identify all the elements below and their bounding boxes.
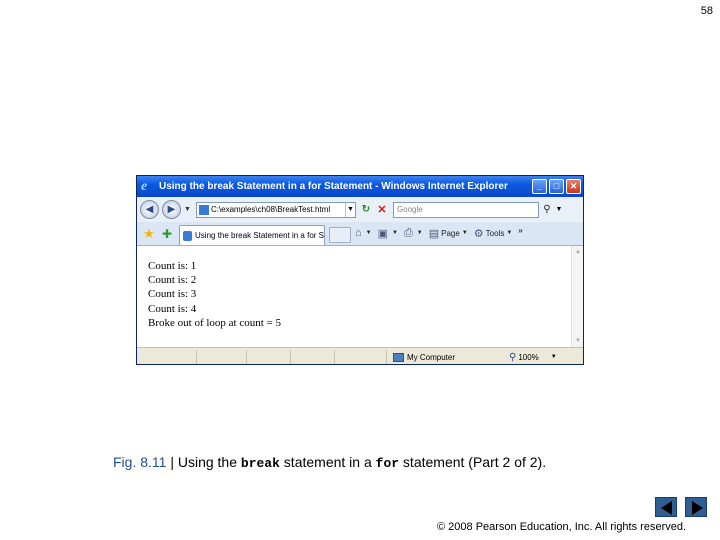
page-number: 58 xyxy=(700,5,713,17)
copyright-notice: © 2008 Pearson Education, Inc. All right… xyxy=(437,521,687,533)
status-cell xyxy=(247,349,291,364)
page-menu-label: Page xyxy=(441,228,460,238)
stop-icon[interactable]: ✕ xyxy=(374,202,390,218)
scroll-down-icon[interactable]: ▼ xyxy=(572,335,583,347)
page-content: Count is: 1 Count is: 2 Count is: 3 Coun… xyxy=(137,246,571,347)
ie-window: e Using the break Statement in a for Sta… xyxy=(136,175,584,365)
close-button[interactable]: ✕ xyxy=(566,179,581,194)
gear-icon: ⚙ xyxy=(473,227,484,240)
caption-text: Using the xyxy=(177,454,241,470)
tools-menu-button[interactable]: ⚙ Tools ▼ xyxy=(474,224,513,242)
caption-text: statement (Part 2 of 2). xyxy=(399,454,547,470)
vertical-scrollbar[interactable]: ▲ ▼ xyxy=(571,246,583,347)
back-button[interactable]: ◀ xyxy=(140,200,159,219)
home-button[interactable]: ⌂ ▼ xyxy=(355,224,372,242)
search-icon[interactable]: ⚲ xyxy=(540,202,554,218)
feeds-button[interactable]: ▣ ▼ xyxy=(378,224,398,242)
window-title: Using the break Statement in a for State… xyxy=(159,181,508,192)
figure-caption: Fig. 8.11 | Using the break statement in… xyxy=(113,454,546,471)
tab-active[interactable]: Using the break Statement in a for S xyxy=(179,225,325,245)
navigation-bar: ◀ ▶ ▼ C:\examples\ch08\BreakTest.html ▼ … xyxy=(137,197,583,222)
output-line: Count is: 4 xyxy=(148,302,197,315)
title-bar: e Using the break Statement in a for Sta… xyxy=(137,176,583,197)
zoom-dropdown-icon[interactable]: ▼ xyxy=(551,354,557,360)
print-button[interactable]: ⎙ ▼ xyxy=(404,224,423,242)
page-icon xyxy=(198,204,209,215)
figure-number: Fig. 8.11 xyxy=(113,454,167,470)
search-dropdown-icon[interactable]: ▼ xyxy=(554,206,564,213)
ie-logo-icon: e xyxy=(141,178,148,194)
caption-code-for: for xyxy=(375,456,400,471)
tab-label: Using the break Statement in a for S xyxy=(195,231,324,240)
zoom-level: 100% xyxy=(518,352,539,362)
caption-separator: | xyxy=(166,454,178,470)
minimize-button[interactable]: _ xyxy=(532,179,547,194)
previous-slide-button[interactable] xyxy=(655,497,677,517)
page-menu-button[interactable]: ▤ Page ▼ xyxy=(429,224,468,242)
zoom-control[interactable]: ⚲ 100% ▼ xyxy=(509,352,557,363)
security-zone: My Computer xyxy=(393,352,501,362)
forward-button[interactable]: ▶ xyxy=(162,200,181,219)
caption-text: statement in a xyxy=(279,454,376,470)
zone-label: My Computer xyxy=(407,352,456,362)
caption-code-break: break xyxy=(240,456,280,471)
history-dropdown-icon[interactable]: ▼ xyxy=(184,206,191,213)
new-tab-button[interactable] xyxy=(329,227,351,243)
favorites-star-icon[interactable]: ★ xyxy=(141,225,157,243)
tools-menu-label: Tools xyxy=(485,228,505,238)
scroll-up-icon[interactable]: ▲ xyxy=(572,246,583,258)
status-cell xyxy=(335,349,387,364)
computer-icon xyxy=(393,352,404,362)
output-line: Count is: 2 xyxy=(148,274,197,287)
maximize-button[interactable]: □ xyxy=(549,179,564,194)
address-dropdown-icon[interactable]: ▼ xyxy=(344,202,355,217)
address-bar[interactable]: C:\examples\ch08\BreakTest.html ▼ xyxy=(195,201,356,218)
next-slide-button[interactable] xyxy=(685,497,707,517)
zoom-icon: ⚲ xyxy=(509,351,517,363)
output-line: Count is: 3 xyxy=(148,288,197,301)
status-bar: My Computer ⚲ 100% ▼ xyxy=(137,347,583,364)
page-menu-icon: ▤ xyxy=(428,227,440,240)
tab-bar: ★ ✚ Using the break Statement in a for S… xyxy=(137,222,583,246)
add-favorites-icon[interactable]: ✚ xyxy=(159,225,175,243)
refresh-icon[interactable]: ↻ xyxy=(358,202,374,218)
output-line: Count is: 1 xyxy=(148,260,197,272)
print-icon: ⎙ xyxy=(403,226,413,239)
more-tools-icon[interactable]: » xyxy=(518,226,522,235)
output-line: Broke out of loop at count = 5 xyxy=(148,316,281,329)
home-icon: ⌂ xyxy=(355,227,362,239)
search-input[interactable]: Google xyxy=(392,201,539,218)
status-cell xyxy=(291,349,335,364)
tab-page-icon xyxy=(183,230,193,241)
status-cell xyxy=(137,349,197,364)
feeds-icon: ▣ xyxy=(377,227,389,240)
status-cell xyxy=(197,349,247,364)
address-text[interactable]: C:\examples\ch08\BreakTest.html xyxy=(211,205,345,214)
